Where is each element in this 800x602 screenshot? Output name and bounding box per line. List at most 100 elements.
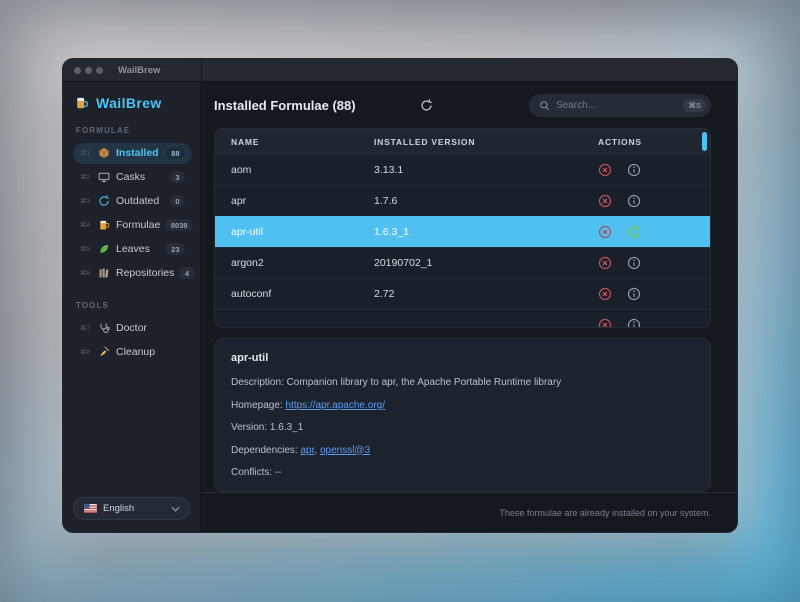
uninstall-icon[interactable] <box>598 318 612 328</box>
shortcut-label: ⌘7 <box>80 324 92 332</box>
titlebar: WailBrew <box>63 59 737 82</box>
close-window-button[interactable] <box>74 67 81 74</box>
app-window: WailBrew WailBrew FORMULAE ⌘1 I <box>62 58 738 533</box>
sidebar-item-label: Casks <box>116 171 145 183</box>
info-icon[interactable] <box>627 256 641 270</box>
shortcut-label: ⌘5 <box>80 245 92 253</box>
formula-version: 1.6.3_1 <box>374 226 598 238</box>
beer-icon <box>97 219 111 231</box>
sidebar-item-cleanup[interactable]: ⌘8 Cleanup <box>73 342 192 363</box>
traffic-lights <box>63 67 103 74</box>
shortcut-label: ⌘8 <box>80 348 92 356</box>
sidebar-item-leaves[interactable]: ⌘5 Leaves 23 <box>73 239 192 260</box>
detail-description: Description: Companion library to apr, t… <box>231 377 694 388</box>
search-box: ⌘S <box>529 94 711 117</box>
tools-section-label: TOOLS <box>63 301 200 310</box>
chevron-down-icon <box>171 506 180 512</box>
refresh-icon <box>97 195 111 207</box>
uninstall-icon[interactable] <box>598 225 612 239</box>
sidebar-item-label: Doctor <box>116 322 147 334</box>
detail-dependencies: Dependencies: apr, openssl@3 <box>231 445 694 456</box>
app-brand: WailBrew <box>96 95 162 111</box>
detail-version: Version: 1.6.3_1 <box>231 422 694 433</box>
zoom-window-button[interactable] <box>96 67 103 74</box>
main-panel: Installed Formulae (88) ⌘S NAME <box>201 82 737 532</box>
formulae-section-label: FORMULAE <box>63 126 200 135</box>
table-row-aom[interactable]: aom 3.13.1 <box>215 154 710 185</box>
table-row-partial[interactable] <box>215 309 710 328</box>
info-icon[interactable] <box>627 318 641 328</box>
status-bar: These formulae are already installed on … <box>201 492 737 532</box>
count-badge: 3 <box>170 171 185 183</box>
uninstall-icon[interactable] <box>598 163 612 177</box>
uninstall-icon[interactable] <box>598 287 612 301</box>
column-header-name: NAME <box>215 137 374 147</box>
sidebar-item-formulae[interactable]: ⌘4 Formulae 8039 <box>73 215 192 236</box>
column-header-actions: ACTIONS <box>598 137 710 147</box>
main-header: Installed Formulae (88) ⌘S <box>201 82 737 128</box>
count-badge: 88 <box>166 147 185 159</box>
formula-detail-panel: apr-util Description: Companion library … <box>214 338 711 492</box>
desktop-background: WailBrew WailBrew FORMULAE ⌘1 I <box>0 0 800 602</box>
formula-version: 1.7.6 <box>374 195 598 207</box>
app-logo-icon <box>75 95 89 111</box>
formula-version: 3.13.1 <box>374 164 598 176</box>
count-badge: 23 <box>166 243 185 255</box>
table-row-apr-util-selected[interactable]: apr-util 1.6.3_1 <box>215 216 710 247</box>
search-icon <box>539 100 550 111</box>
display-icon <box>97 171 111 183</box>
formula-name: aom <box>215 164 374 176</box>
sidebar-item-label: Outdated <box>116 195 159 207</box>
sidebar-item-label: Installed <box>116 147 159 159</box>
sidebar-item-casks[interactable]: ⌘2 Casks 3 <box>73 167 192 188</box>
uninstall-icon[interactable] <box>598 194 612 208</box>
count-badge: 8039 <box>165 219 193 231</box>
table-row-argon2[interactable]: argon2 20190702_1 <box>215 247 710 278</box>
language-select[interactable]: English <box>73 497 190 520</box>
formula-name: apr-util <box>215 226 374 238</box>
formula-name: autoconf <box>215 288 374 300</box>
detail-conflicts: Conflicts: -- <box>231 467 694 478</box>
uninstall-icon[interactable] <box>598 256 612 270</box>
shortcut-label: ⌘4 <box>80 221 92 229</box>
us-flag-icon <box>83 504 97 513</box>
shortcut-label: ⌘1 <box>80 149 92 157</box>
table-scrollbar[interactable] <box>702 132 707 151</box>
shortcut-label: ⌘2 <box>80 173 92 181</box>
leaf-icon <box>97 243 111 255</box>
detail-title: apr-util <box>231 352 694 364</box>
sidebar: WailBrew FORMULAE ⌘1 Installed 88 ⌘2 <box>63 82 201 532</box>
dependency-link-openssl[interactable]: openssl@3 <box>320 445 370 456</box>
search-input[interactable] <box>556 100 677 111</box>
count-badge: 4 <box>179 267 194 279</box>
broom-icon <box>97 346 111 358</box>
table-row-apr[interactable]: apr 1.7.6 <box>215 185 710 216</box>
info-icon[interactable] <box>627 287 641 301</box>
formula-name: apr <box>215 195 374 207</box>
formula-version: 2.72 <box>374 288 598 300</box>
stethoscope-icon <box>97 322 111 334</box>
sidebar-item-label: Repositories <box>116 267 174 279</box>
sidebar-item-doctor[interactable]: ⌘7 Doctor <box>73 318 192 339</box>
homepage-link[interactable]: https://apr.apache.org/ <box>285 400 385 411</box>
dependency-link-apr[interactable]: apr <box>301 445 315 456</box>
sidebar-item-installed[interactable]: ⌘1 Installed 88 <box>73 143 192 164</box>
sidebar-item-outdated[interactable]: ⌘3 Outdated 0 <box>73 191 192 212</box>
table-row-autoconf[interactable]: autoconf 2.72 <box>215 278 710 309</box>
formula-name: argon2 <box>215 257 374 269</box>
info-icon[interactable] <box>627 163 641 177</box>
shortcut-label: ⌘6 <box>80 269 92 277</box>
refresh-button[interactable] <box>420 99 433 112</box>
app-logo-row: WailBrew <box>63 92 200 123</box>
detail-homepage: Homepage: https://apr.apache.org/ <box>231 400 694 411</box>
info-icon[interactable] <box>627 194 641 208</box>
column-header-version: INSTALLED VERSION <box>374 137 598 147</box>
books-icon <box>97 267 111 279</box>
sidebar-item-label: Cleanup <box>116 346 155 358</box>
window-title: WailBrew <box>118 65 160 76</box>
package-icon <box>97 147 111 159</box>
sidebar-item-repositories[interactable]: ⌘6 Repositories 4 <box>73 263 192 284</box>
info-icon[interactable] <box>627 225 641 239</box>
page-title: Installed Formulae (88) <box>214 98 356 113</box>
minimize-window-button[interactable] <box>85 67 92 74</box>
